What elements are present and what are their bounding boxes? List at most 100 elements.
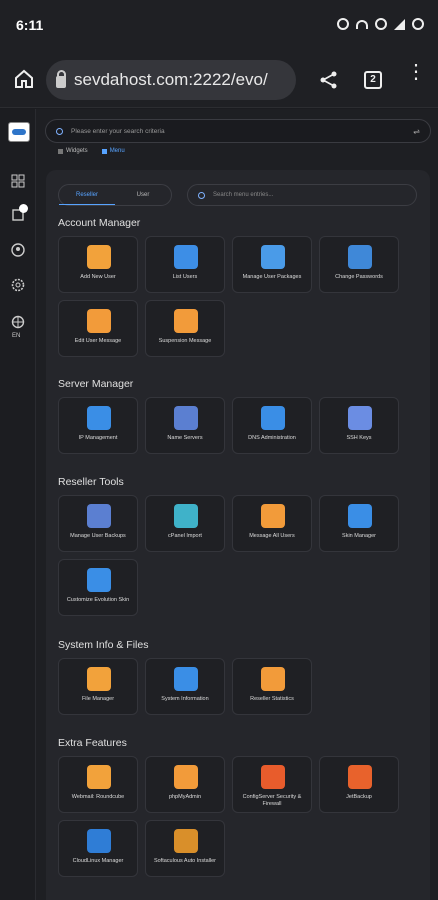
jetbackup-icon	[348, 765, 372, 789]
search-icon	[198, 191, 205, 199]
alarm-icon	[337, 18, 349, 30]
menu-tile-label: CloudLinux Manager	[72, 858, 124, 864]
menu-tile[interactable]: Edit User Message	[58, 300, 138, 357]
battery-icon	[412, 18, 424, 30]
menu-tile-label: IP Management	[78, 435, 118, 441]
status-bar: 6:11	[0, 0, 438, 52]
server-icon	[174, 406, 198, 430]
home-icon[interactable]	[14, 69, 34, 89]
section-title: Reseller Tools	[58, 476, 124, 488]
menu-tile[interactable]: ConfigServer Security & Firewall	[232, 756, 312, 813]
view-toggle: Widgets Menu	[58, 148, 125, 154]
menu-tile-label: System Information	[161, 696, 209, 702]
cloud-icon	[174, 504, 198, 528]
global-search[interactable]: Please enter your search criteria ⇌	[45, 119, 431, 143]
stats-icon	[261, 667, 285, 691]
tab-user[interactable]: User	[115, 185, 171, 205]
share-icon[interactable]	[320, 71, 338, 89]
menu-tile[interactable]: Customize Evolution Skin	[58, 559, 138, 616]
menu-tile[interactable]: List Users	[145, 236, 225, 293]
tab-count-button[interactable]: 2	[364, 71, 382, 89]
network-icon	[87, 406, 111, 430]
search-placeholder[interactable]: Please enter your search criteria	[71, 128, 413, 135]
skin-icon	[348, 504, 372, 528]
menu-tile-label: JetBackup	[346, 794, 372, 800]
menu-tile[interactable]: Softaculous Auto Installer	[145, 820, 225, 877]
menu-tile[interactable]: JetBackup	[319, 756, 399, 813]
menu-tile-label: Manage User Packages	[242, 274, 302, 280]
menu-tile[interactable]: Message All Users	[232, 495, 312, 552]
monitor-icon	[348, 245, 372, 269]
logo[interactable]	[8, 122, 30, 142]
settings-icon[interactable]	[10, 277, 26, 293]
menu-tile[interactable]: Manage User Backups	[58, 495, 138, 552]
menu-tile[interactable]: File Manager	[58, 658, 138, 715]
widgets-label: Widgets	[66, 148, 88, 154]
menu-tile[interactable]: Change Passwords	[319, 236, 399, 293]
search-icon	[56, 127, 63, 135]
menu-tile[interactable]: CloudLinux Manager	[58, 820, 138, 877]
mode-switch: Reseller User	[58, 184, 172, 206]
lock-icon	[56, 70, 66, 88]
browser-toolbar: sevdahost.com:2222/evo/ 2 ⋮	[0, 52, 438, 108]
message-icon	[174, 309, 198, 333]
url-text[interactable]: sevdahost.com:2222/evo/	[74, 70, 268, 90]
menu-search-placeholder[interactable]: Search menu entries...	[213, 192, 273, 198]
notification-badge	[19, 204, 28, 213]
cloudlinux-icon	[87, 829, 111, 853]
message-icon	[87, 309, 111, 333]
hotspot-icon	[375, 18, 387, 30]
menu-toggle[interactable]: Menu	[101, 148, 125, 154]
tab-reseller[interactable]: Reseller	[59, 185, 115, 205]
menu-tile[interactable]: System Information	[145, 658, 225, 715]
side-navigation: EN	[0, 109, 36, 900]
menu-tile[interactable]: IP Management	[58, 397, 138, 454]
softaculous-icon	[174, 829, 198, 853]
packages-icon	[261, 245, 285, 269]
section-title: Server Manager	[58, 378, 134, 390]
menu-tile-label: DNS Administration	[248, 435, 296, 441]
menu-tile-label: List Users	[172, 274, 198, 280]
menu-label: Menu	[109, 148, 125, 154]
section-title: Account Manager	[58, 217, 141, 229]
directadmin-app: EN Please enter your search criteria ⇌ W…	[0, 109, 438, 900]
address-bar[interactable]: sevdahost.com:2222/evo/	[46, 60, 296, 100]
menu-tile-label: Customize Evolution Skin	[66, 597, 130, 603]
more-menu-icon[interactable]: ⋮	[406, 62, 426, 82]
menu-tile[interactable]: Skin Manager	[319, 495, 399, 552]
menu-tile[interactable]: DNS Administration	[232, 397, 312, 454]
folder-icon	[87, 667, 111, 691]
menu-tile[interactable]: Webmail: Roundcube	[58, 756, 138, 813]
menu-tile-label: Name Servers	[167, 435, 203, 441]
menu-tile[interactable]: Add New User	[58, 236, 138, 293]
menu-tile[interactable]: Suspension Message	[145, 300, 225, 357]
wifi-icon	[356, 19, 368, 29]
grid-icon[interactable]	[10, 173, 26, 189]
phpmyadmin-icon	[174, 765, 198, 789]
menu-tile[interactable]: SSH Keys	[319, 397, 399, 454]
menu-tile-label: Suspension Message	[158, 338, 212, 344]
section-title: System Info & Files	[58, 639, 149, 651]
menu-tile[interactable]: Manage User Packages	[232, 236, 312, 293]
menu-tile-label: Message All Users	[249, 533, 295, 539]
menu-tile[interactable]: phpMyAdmin	[145, 756, 225, 813]
system-icon	[174, 667, 198, 691]
menu-tile-label: Edit User Message	[74, 338, 122, 344]
menu-search-input[interactable]: Search menu entries...	[187, 184, 417, 206]
menu-tile[interactable]: cPanel Import	[145, 495, 225, 552]
menu-tile[interactable]: Reseller Statistics	[232, 658, 312, 715]
widgets-toggle[interactable]: Widgets	[58, 148, 88, 154]
user-circle-icon[interactable]	[10, 242, 26, 258]
filter-icon[interactable]: ⇌	[413, 127, 420, 136]
menu-tile-label: SSH Keys	[346, 435, 372, 441]
menu-tile-label: Manage User Backups	[70, 533, 126, 539]
language-icon[interactable]	[10, 314, 26, 330]
menu-icon	[101, 148, 107, 154]
language-label[interactable]: EN	[12, 333, 20, 339]
widgets-icon	[58, 148, 63, 154]
menu-tile[interactable]: Name Servers	[145, 397, 225, 454]
menu-panel: Reseller User Search menu entries... Acc…	[46, 170, 430, 900]
menu-tile-label: Change Passwords	[335, 274, 383, 280]
menu-tile-label: ConfigServer Security & Firewall	[242, 794, 302, 807]
firewall-icon	[261, 765, 285, 789]
